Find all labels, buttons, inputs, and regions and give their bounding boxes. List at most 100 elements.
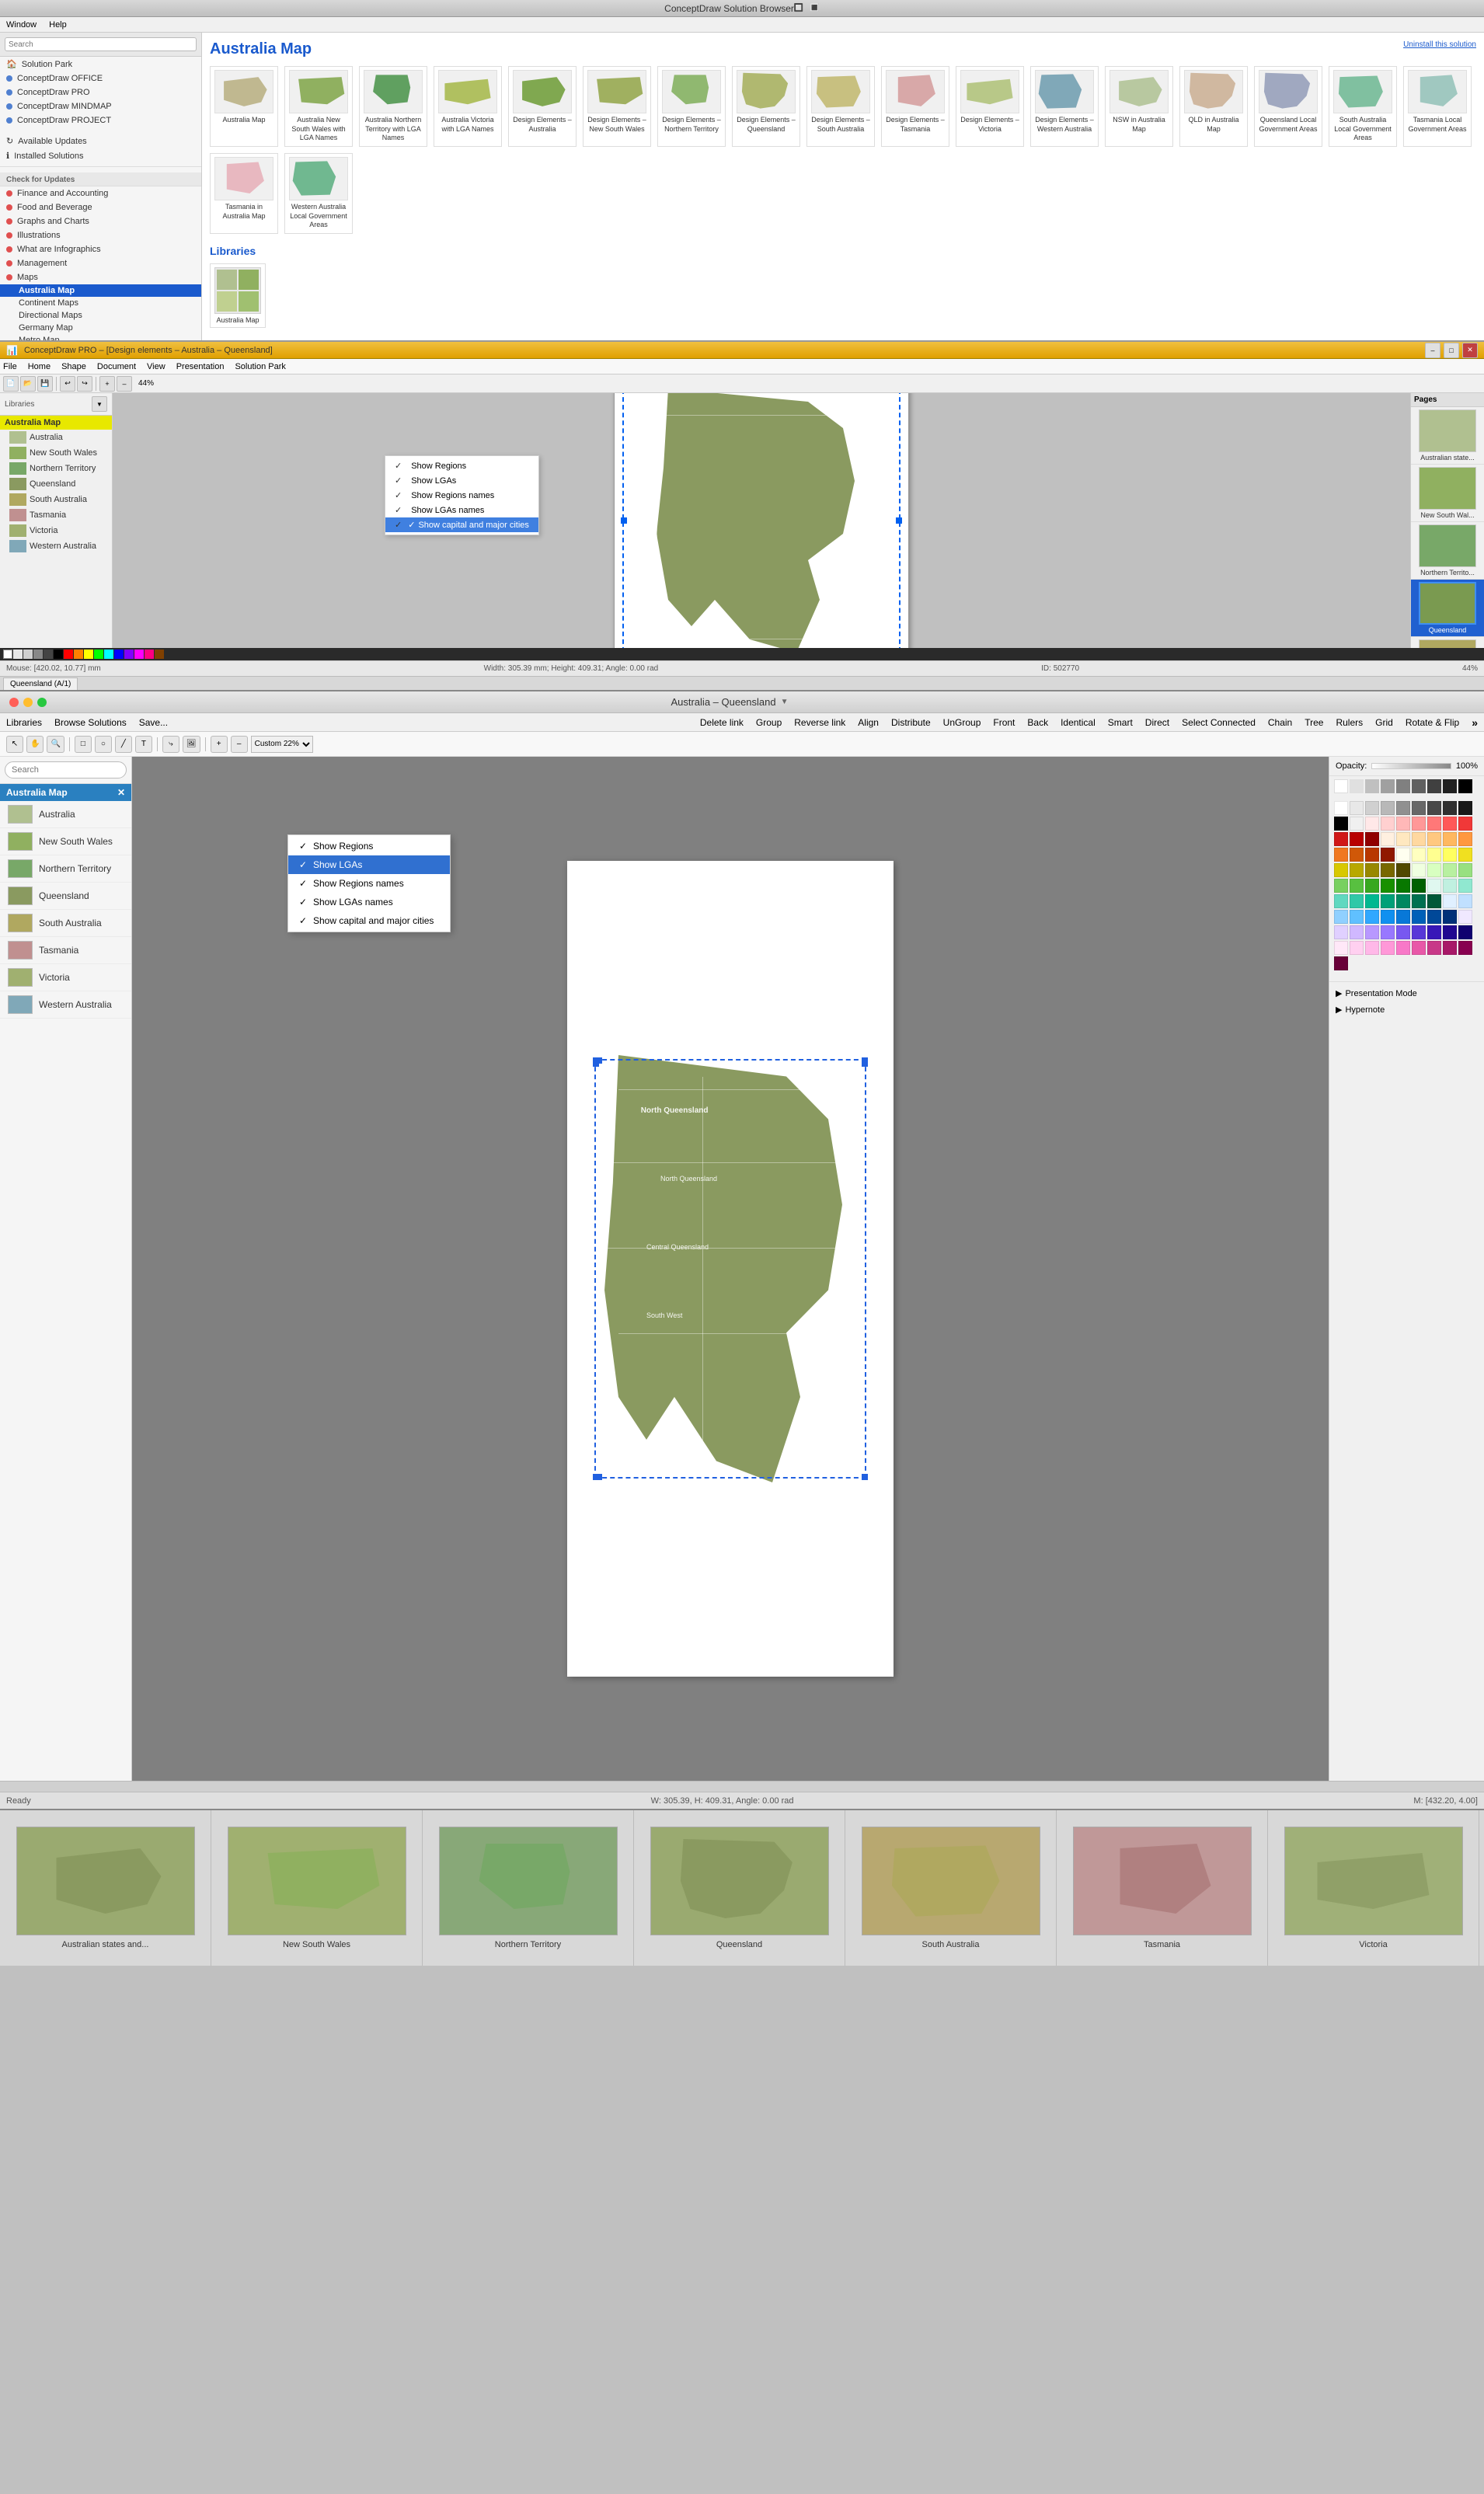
s3-color-cell-41[interactable] bbox=[1412, 863, 1426, 877]
s3-presentation-mode-btn[interactable]: ▶ Presentation Mode bbox=[1336, 985, 1478, 1001]
s3-swatch-gray[interactable] bbox=[1381, 779, 1395, 793]
s3-menu-rulers[interactable]: Rulers bbox=[1336, 717, 1363, 728]
s1-sub-directional[interactable]: Directional Maps bbox=[0, 309, 201, 322]
s3-color-cell-20[interactable] bbox=[1365, 832, 1379, 846]
s3-tb-rect[interactable]: □ bbox=[75, 736, 92, 753]
s3-color-cell-11[interactable] bbox=[1365, 817, 1379, 831]
s3-menu-front[interactable]: Front bbox=[993, 717, 1015, 728]
s2-tb-zoom-out[interactable]: – bbox=[117, 376, 132, 392]
s3-lib-header-close[interactable]: ✕ bbox=[117, 787, 125, 798]
s3-color-cell-89[interactable] bbox=[1458, 941, 1472, 955]
s3-dd2-item-3[interactable]: ✓ Show LGAs names bbox=[288, 893, 450, 911]
s2-dd-item-3[interactable]: Show LGAs names bbox=[385, 503, 538, 517]
s3-title-dropdown-icon[interactable]: ▼ bbox=[781, 698, 789, 706]
s1-section-food[interactable]: Food and Beverage bbox=[0, 200, 201, 214]
s3-color-cell-31[interactable] bbox=[1396, 848, 1410, 862]
s3-color-cell-33[interactable] bbox=[1427, 848, 1441, 862]
s3-color-cell-82[interactable] bbox=[1350, 941, 1364, 955]
s1-card-10[interactable]: Design Elements – Victoria bbox=[956, 66, 1024, 147]
s3-tb-hand[interactable]: ✋ bbox=[26, 736, 44, 753]
s1-card-5[interactable]: Design Elements – New South Wales bbox=[583, 66, 651, 147]
s1-nav-updates[interactable]: ↻ Available Updates bbox=[0, 134, 201, 148]
s2-color-charcoal[interactable] bbox=[44, 650, 53, 659]
s3-color-cell-67[interactable] bbox=[1396, 910, 1410, 924]
s1-install-btn[interactable]: Uninstall this solution bbox=[1403, 40, 1476, 49]
s3-tb-ellipse[interactable]: ○ bbox=[95, 736, 112, 753]
s1-card-6[interactable]: Design Elements – Northern Territory bbox=[657, 66, 726, 147]
s3-menu-chain[interactable]: Chain bbox=[1268, 717, 1292, 728]
s3-zoom-select[interactable]: Custom 22% 50% 100% bbox=[251, 736, 313, 753]
s3-color-cell-22[interactable] bbox=[1396, 832, 1410, 846]
s3-color-cell-48[interactable] bbox=[1381, 879, 1395, 893]
s2-menu-home[interactable]: Home bbox=[28, 362, 51, 371]
s3-color-cell-47[interactable] bbox=[1365, 879, 1379, 893]
s1-card-16[interactable]: Tasmania Local Government Areas bbox=[1403, 66, 1472, 147]
s3-color-cell-18[interactable] bbox=[1334, 832, 1348, 846]
s3-opacity-slider[interactable] bbox=[1371, 763, 1451, 769]
s3-color-cell-59[interactable] bbox=[1412, 894, 1426, 908]
s3-color-cell-4[interactable] bbox=[1396, 801, 1410, 815]
s4-thumb-6[interactable]: Victoria bbox=[1268, 1810, 1479, 1966]
s3-handle-mr[interactable] bbox=[862, 1061, 868, 1067]
s3-color-cell-28[interactable] bbox=[1350, 848, 1364, 862]
s3-menu-direct[interactable]: Direct bbox=[1145, 717, 1169, 728]
s3-menu-more[interactable]: » bbox=[1472, 716, 1478, 729]
s2-color-pink[interactable] bbox=[145, 650, 154, 659]
s4-thumb-0[interactable]: Australian states and... bbox=[0, 1810, 211, 1966]
s1-card-4[interactable]: Design Elements – Australia bbox=[508, 66, 577, 147]
s3-dd2-item-4[interactable]: ✓ Show capital and major cities bbox=[288, 911, 450, 930]
s2-dd-item-2[interactable]: Show Regions names bbox=[385, 488, 538, 503]
s3-color-cell-68[interactable] bbox=[1412, 910, 1426, 924]
s3-color-cell-83[interactable] bbox=[1365, 941, 1379, 955]
s1-card-0[interactable]: Australia Map bbox=[210, 66, 278, 147]
s3-tb-zoom-out2[interactable]: – bbox=[231, 736, 248, 753]
s3-color-cell-54[interactable] bbox=[1334, 894, 1348, 908]
s3-color-cell-34[interactable] bbox=[1443, 848, 1457, 862]
s3-color-cell-81[interactable] bbox=[1334, 941, 1348, 955]
s2-handle-ml[interactable] bbox=[621, 517, 627, 524]
s2-tb-save[interactable]: 💾 bbox=[37, 376, 53, 392]
s3-color-cell-43[interactable] bbox=[1443, 863, 1457, 877]
s3-color-cell-29[interactable] bbox=[1365, 848, 1379, 862]
s3-color-cell-35[interactable] bbox=[1458, 848, 1472, 862]
s3-color-cell-52[interactable] bbox=[1443, 879, 1457, 893]
s3-swatch-black[interactable] bbox=[1458, 779, 1472, 793]
s2-dd-item-4[interactable]: ✓ Show capital and major cities bbox=[385, 517, 538, 532]
s1-section-graphs[interactable]: Graphs and Charts bbox=[0, 214, 201, 228]
s3-color-cell-39[interactable] bbox=[1381, 863, 1395, 877]
s3-menu-smart[interactable]: Smart bbox=[1108, 717, 1133, 728]
s2-lib-item-tas[interactable]: Tasmania bbox=[0, 507, 112, 523]
s3-canvas[interactable]: North Queensland North Queensland Centra… bbox=[132, 757, 1329, 1781]
s3-handle-ml[interactable] bbox=[593, 1061, 599, 1067]
s3-lib-item-aus[interactable]: Australia bbox=[0, 801, 131, 828]
s3-color-cell-62[interactable] bbox=[1458, 894, 1472, 908]
s2-color-magenta[interactable] bbox=[134, 650, 144, 659]
s2-minimize-btn[interactable]: – bbox=[1425, 343, 1440, 358]
s3-color-cell-50[interactable] bbox=[1412, 879, 1426, 893]
s1-card-15[interactable]: South Australia Local Government Areas bbox=[1329, 66, 1397, 147]
s3-color-cell-44[interactable] bbox=[1458, 863, 1472, 877]
s3-color-cell-69[interactable] bbox=[1427, 910, 1441, 924]
s3-color-cell-25[interactable] bbox=[1443, 832, 1457, 846]
s2-lib-name[interactable]: Australia Map bbox=[0, 416, 112, 430]
s1-sub-metro[interactable]: Metro Map bbox=[0, 334, 201, 340]
s3-color-cell-5[interactable] bbox=[1412, 801, 1426, 815]
s1-sub-continent[interactable]: Continent Maps bbox=[0, 297, 201, 309]
s3-color-cell-12[interactable] bbox=[1381, 817, 1395, 831]
s3-color-cell-0[interactable] bbox=[1334, 801, 1348, 815]
s3-color-cell-17[interactable] bbox=[1458, 817, 1472, 831]
s2-color-brown[interactable] bbox=[155, 650, 164, 659]
s1-lib-card-0[interactable]: Australia Map bbox=[210, 263, 266, 328]
s3-lib-item-vic[interactable]: Victoria bbox=[0, 964, 131, 991]
s3-color-cell-15[interactable] bbox=[1427, 817, 1441, 831]
s2-lib-item-vic[interactable]: Victoria bbox=[0, 523, 112, 538]
s1-card-2[interactable]: Australia Northern Territory with LGA Na… bbox=[359, 66, 427, 147]
s3-color-cell-21[interactable] bbox=[1381, 832, 1395, 846]
s3-color-cell-90[interactable] bbox=[1334, 956, 1348, 970]
s2-menu-shape[interactable]: Shape bbox=[61, 362, 86, 371]
s2-restore-btn[interactable]: □ bbox=[1444, 343, 1459, 358]
s3-lib-item-nt[interactable]: Northern Territory bbox=[0, 855, 131, 883]
s3-menu-save[interactable]: Save... bbox=[139, 717, 168, 728]
s1-card-9[interactable]: Design Elements – Tasmania bbox=[881, 66, 949, 147]
s2-canvas[interactable]: Show Regions Show LGAs Show Regions name… bbox=[113, 393, 1410, 648]
